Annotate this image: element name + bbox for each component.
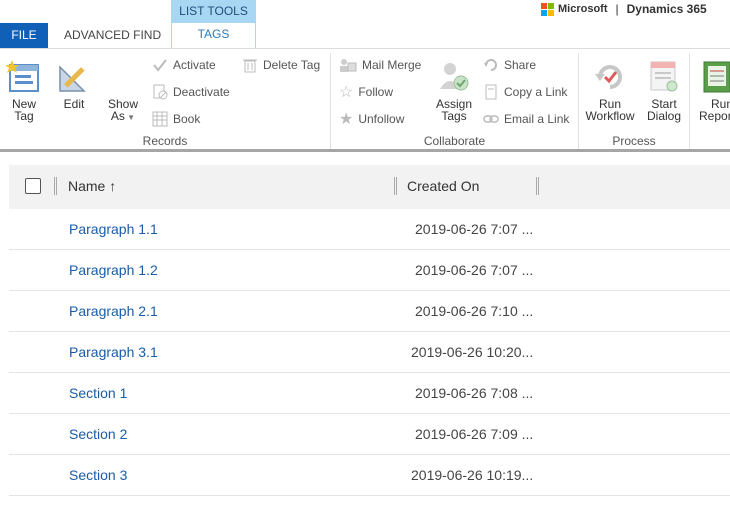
activate-button[interactable]: Activate — [152, 57, 216, 73]
run-report-icon — [703, 61, 730, 93]
run-workflow-icon — [595, 65, 622, 89]
column-header-created-on[interactable]: Created On — [407, 178, 479, 194]
collaborate-group-label: Collaborate — [423, 134, 486, 148]
share-label: Share — [504, 58, 537, 72]
record-name-link[interactable]: Section 1 — [69, 385, 127, 401]
mail-merge-icon — [339, 57, 357, 73]
table-row[interactable]: Section 1 2019-06-26 7:08 ... — [9, 373, 730, 414]
run-report-label-2: Report — [699, 109, 730, 122]
created-on-cell: 2019-06-26 10:20... — [411, 344, 534, 360]
deactivate-button[interactable]: Deactivate — [152, 84, 230, 100]
show-as-button[interactable]: Show As ▼ — [104, 98, 142, 124]
follow-label: Follow — [358, 85, 394, 99]
table-row[interactable]: Paragraph 3.1 2019-06-26 10:20... — [9, 332, 730, 373]
created-on-cell: 2019-06-26 7:08 ... — [415, 385, 534, 401]
start-dialog-icon — [650, 61, 678, 92]
process-group-label: Process — [612, 134, 656, 148]
mail-merge-label: Mail Merge — [362, 58, 422, 72]
records-grid: Name ↑ Created On Paragraph 1.1 2019-06-… — [0, 152, 730, 529]
activate-label: Activate — [173, 58, 216, 72]
created-on-cell: 2019-06-26 7:09 ... — [415, 426, 534, 442]
delete-tag-label: Delete Tag — [263, 58, 321, 72]
assign-tags-button[interactable]: Assign Tags — [432, 59, 476, 122]
brand-microsoft: Microsoft — [558, 3, 608, 15]
new-tag-button[interactable]: New Tag — [3, 59, 45, 122]
start-dialog-button[interactable]: Start Dialog — [643, 59, 685, 122]
select-all-checkbox[interactable] — [25, 178, 41, 194]
book-button[interactable]: Book — [152, 111, 200, 127]
table-row[interactable]: Section 2 2019-06-26 7:09 ... — [9, 414, 730, 455]
brand-header: Microsoft | Dynamics 365 — [541, 2, 707, 16]
new-record-icon — [6, 60, 39, 92]
record-name-link[interactable]: Section 3 — [69, 467, 127, 483]
assign-icon — [440, 63, 469, 91]
record-name-link[interactable]: Paragraph 3.1 — [69, 344, 158, 360]
context-group-label: LIST TOOLS — [171, 0, 256, 23]
grid-header: Name ↑ Created On — [9, 165, 730, 209]
copy-link-button[interactable]: Copy a Link — [483, 84, 567, 100]
app-window: FILE ADVANCED FIND LIST TOOLS TAGS Micro… — [0, 0, 730, 529]
records-group-label: Records — [142, 134, 188, 148]
edit-icon — [59, 65, 86, 92]
microsoft-logo-icon — [541, 2, 554, 16]
mail-merge-button[interactable]: Mail Merge — [339, 57, 421, 73]
copy-link-icon — [483, 84, 499, 100]
brand-product: Dynamics 365 — [626, 2, 707, 16]
share-button[interactable]: Share — [483, 57, 536, 73]
share-icon — [483, 57, 499, 73]
created-on-cell: 2019-06-26 10:19... — [411, 467, 534, 483]
start-dialog-label-2: Dialog — [646, 109, 682, 123]
edit-label: Edit — [63, 97, 85, 111]
created-on-cell: 2019-06-26 7:07 ... — [415, 262, 534, 278]
run-report-button[interactable]: Run Report — [699, 59, 730, 122]
link-icon — [483, 111, 499, 127]
created-on-cell: 2019-06-26 7:07 ... — [415, 221, 534, 237]
record-name-link[interactable]: Paragraph 2.1 — [69, 303, 158, 319]
star-outline-icon: ☆ — [339, 84, 354, 101]
check-icon — [152, 57, 168, 73]
email-link-button[interactable]: Email a Link — [483, 111, 569, 127]
book-label: Book — [173, 112, 201, 126]
unfollow-button[interactable]: ★ Unfollow — [339, 111, 405, 128]
run-workflow-button[interactable]: Run Workflow — [584, 59, 636, 122]
unfollow-label: Unfollow — [358, 112, 405, 126]
column-resize-handle[interactable] — [536, 177, 539, 195]
show-as-label-2: As — [110, 109, 125, 123]
chevron-down-icon: ▼ — [124, 113, 136, 122]
edit-button[interactable]: Edit — [54, 59, 94, 110]
ribbon-separator — [689, 53, 690, 149]
trash-icon — [242, 57, 258, 73]
context-tab-group: LIST TOOLS TAGS — [171, 0, 256, 48]
column-header-name[interactable]: Name ↑ — [68, 178, 116, 194]
table-row[interactable]: Paragraph 2.1 2019-06-26 7:10 ... — [9, 291, 730, 332]
column-name-label: Name — [68, 178, 106, 194]
record-name-link[interactable]: Paragraph 1.2 — [69, 262, 158, 278]
email-link-label: Email a Link — [504, 112, 570, 126]
deactivate-icon — [152, 84, 168, 100]
follow-button[interactable]: ☆ Follow — [339, 84, 394, 101]
delete-tag-button[interactable]: Delete Tag — [242, 57, 320, 73]
tab-advanced-find[interactable]: ADVANCED FIND — [64, 28, 161, 42]
record-name-link[interactable]: Paragraph 1.1 — [69, 221, 158, 237]
brand-separator: | — [615, 2, 619, 16]
run-workflow-label-2: Workflow — [585, 109, 635, 123]
sort-ascending-icon: ↑ — [109, 178, 117, 194]
new-tag-label-2: Tag — [14, 109, 34, 123]
deactivate-label: Deactivate — [173, 85, 230, 99]
created-on-cell: 2019-06-26 7:10 ... — [415, 303, 534, 319]
ribbon-tab-row: FILE ADVANCED FIND LIST TOOLS TAGS Micro… — [0, 0, 730, 48]
table-row[interactable]: Section 3 2019-06-26 10:19... — [9, 455, 730, 496]
table-row[interactable]: Paragraph 1.1 2019-06-26 7:07 ... — [9, 209, 730, 250]
assign-tags-label-2: Tags — [441, 109, 467, 123]
tab-file[interactable]: FILE — [0, 23, 48, 48]
star-filled-icon: ★ — [339, 111, 354, 128]
ribbon: New Tag Edit Show As ▼ Activate Deactiva… — [0, 48, 730, 150]
column-resize-handle[interactable] — [54, 177, 57, 195]
record-name-link[interactable]: Section 2 — [69, 426, 127, 442]
table-row[interactable]: Paragraph 1.2 2019-06-26 7:07 ... — [9, 250, 730, 291]
book-icon — [152, 111, 168, 127]
tab-tags[interactable]: TAGS — [171, 23, 256, 48]
copy-link-label: Copy a Link — [504, 85, 568, 99]
column-resize-handle[interactable] — [394, 177, 397, 195]
